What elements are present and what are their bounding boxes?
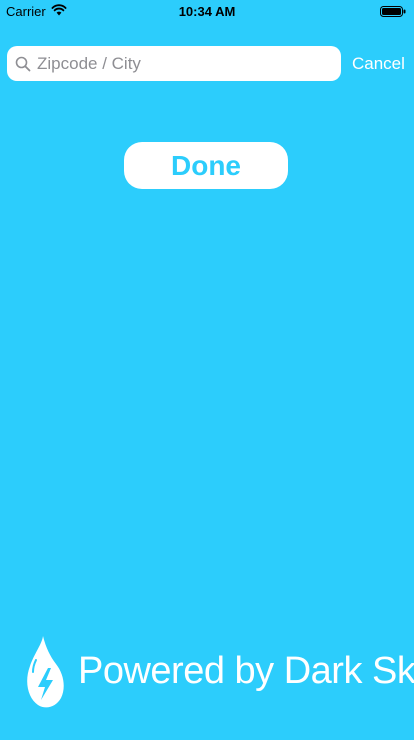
- powered-by-label: Powered by Dark Sky: [78, 650, 414, 692]
- cancel-button[interactable]: Cancel: [352, 54, 405, 74]
- search-field[interactable]: [7, 46, 341, 81]
- powered-by-dark-sky[interactable]: Powered by Dark Sky: [24, 634, 414, 709]
- status-bar: Carrier 10:34 AM: [0, 0, 414, 22]
- done-button[interactable]: Done: [124, 142, 288, 189]
- search-icon: [15, 56, 31, 72]
- battery-icon: [380, 5, 406, 17]
- search-input[interactable]: [37, 53, 327, 74]
- status-time: 10:34 AM: [178, 4, 236, 19]
- search-row: Cancel: [7, 46, 407, 81]
- dark-sky-logo: [24, 634, 66, 709]
